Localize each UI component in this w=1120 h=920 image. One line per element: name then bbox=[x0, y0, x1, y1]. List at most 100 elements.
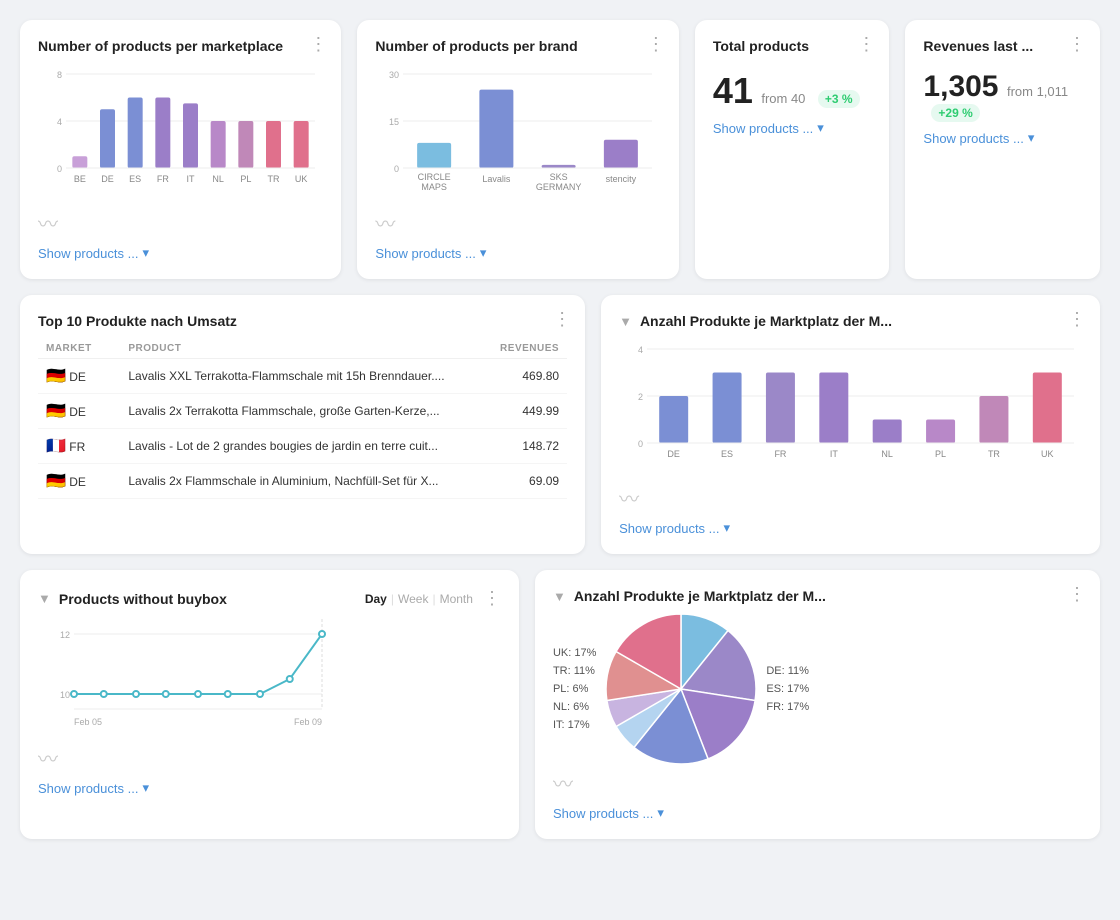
col-product: PRODUCT bbox=[120, 339, 467, 359]
marketplace-menu[interactable]: ⋮ bbox=[309, 34, 327, 55]
time-week[interactable]: Week bbox=[398, 592, 428, 606]
revenues-badge-wrap: +29 % bbox=[923, 104, 1082, 122]
pie-title: Anzahl Produkte je Marktplatz der M... bbox=[574, 588, 826, 604]
svg-text:0: 0 bbox=[394, 164, 399, 174]
time-day[interactable]: Day bbox=[365, 592, 387, 606]
svg-text:DE: DE bbox=[101, 174, 114, 184]
buybox-header: ▼ Products without buybox Day | Week | M… bbox=[38, 588, 501, 609]
svg-text:10: 10 bbox=[60, 690, 70, 700]
brand-wave: 〰 bbox=[375, 208, 660, 237]
svg-text:PL: PL bbox=[240, 174, 251, 184]
brand-menu[interactable]: ⋮ bbox=[647, 34, 665, 55]
row-3: ▼ Products without buybox Day | Week | M… bbox=[20, 570, 1100, 839]
pie-label-uk: UK: 17% bbox=[553, 647, 596, 659]
buybox-filter-icon: ▼ bbox=[38, 591, 51, 606]
svg-text:FR: FR bbox=[157, 174, 169, 184]
svg-text:UK: UK bbox=[295, 174, 308, 184]
marketplace-wave: 〰 bbox=[38, 208, 323, 237]
anzahl1-title: Anzahl Produkte je Marktplatz der M... bbox=[640, 313, 892, 329]
revenues-menu[interactable]: ⋮ bbox=[1068, 34, 1086, 55]
table-row: 🇫🇷 FR Lavalis - Lot de 2 grandes bougies… bbox=[38, 429, 567, 464]
svg-text:Feb 05: Feb 05 bbox=[74, 717, 102, 727]
svg-text:4: 4 bbox=[57, 117, 62, 127]
svg-text:ES: ES bbox=[721, 449, 733, 459]
buybox-chart: 10 12 Feb 05 Feb 09 bbox=[38, 609, 501, 739]
revenues-show-products[interactable]: Show products ... ▾ bbox=[923, 130, 1082, 146]
filter-icon: ▼ bbox=[619, 314, 632, 329]
total-title: Total products bbox=[713, 38, 872, 54]
market-cell: 🇩🇪 DE bbox=[38, 464, 120, 499]
pie-area: UK: 17% TR: 11% PL: 6% NL: 6% IT: 17% DE… bbox=[553, 614, 1082, 764]
pie-label-pl: PL: 6% bbox=[553, 683, 596, 695]
buybox-menu[interactable]: ⋮ bbox=[483, 588, 501, 609]
revenues-from: from 1,011 bbox=[1007, 84, 1068, 99]
svg-text:TR: TR bbox=[268, 174, 280, 184]
card-brand: Number of products per brand ⋮ 01530CIRC… bbox=[357, 20, 678, 279]
anzahl1-bar-chart: 024DEESFRITNLPLTRUK bbox=[619, 339, 1082, 479]
pie-labels-right: DE: 11% ES: 17% FR: 17% bbox=[766, 665, 809, 713]
svg-text:ES: ES bbox=[129, 174, 141, 184]
row-1: Number of products per marketplace ⋮ 048… bbox=[20, 20, 1100, 279]
row-2: Top 10 Produkte nach Umsatz ⋮ MARKET PRO… bbox=[20, 295, 1100, 554]
svg-text:0: 0 bbox=[638, 439, 643, 449]
pie-menu[interactable]: ⋮ bbox=[1068, 584, 1086, 605]
top10-title: Top 10 Produkte nach Umsatz bbox=[38, 313, 567, 329]
time-month[interactable]: Month bbox=[440, 592, 473, 606]
svg-text:NL: NL bbox=[212, 174, 224, 184]
card-buybox: ▼ Products without buybox Day | Week | M… bbox=[20, 570, 519, 839]
svg-text:IT: IT bbox=[830, 449, 839, 459]
pie-header: ▼ Anzahl Produkte je Marktplatz der M...… bbox=[553, 588, 1082, 604]
svg-text:Feb 09: Feb 09 bbox=[294, 717, 322, 727]
svg-text:2: 2 bbox=[638, 392, 643, 402]
total-menu[interactable]: ⋮ bbox=[857, 34, 875, 55]
brand-title: Number of products per brand bbox=[375, 38, 660, 54]
buybox-title: Products without buybox bbox=[59, 591, 227, 607]
svg-text:BE: BE bbox=[74, 174, 86, 184]
brand-chart: 01530CIRCLEMAPSLavalisSKSGERMANYstencity bbox=[375, 64, 660, 204]
table-row: 🇩🇪 DE Lavalis 2x Flammschale in Aluminiu… bbox=[38, 464, 567, 499]
anzahl1-header: ▼ Anzahl Produkte je Marktplatz der M...… bbox=[619, 313, 1082, 329]
svg-text:MAPS: MAPS bbox=[422, 182, 448, 192]
card-anzahl1: ▼ Anzahl Produkte je Marktplatz der M...… bbox=[601, 295, 1100, 554]
pie-filter-icon: ▼ bbox=[553, 589, 566, 604]
anzahl1-menu[interactable]: ⋮ bbox=[1068, 309, 1086, 330]
card-total: Total products ⋮ 41 from 40 +3 % Show pr… bbox=[695, 20, 890, 279]
total-stat: 41 from 40 +3 % bbox=[713, 70, 872, 112]
revenues-value: 1,305 bbox=[923, 70, 998, 104]
buybox-show-products[interactable]: Show products ... ▾ bbox=[38, 780, 501, 796]
pie-wave: 〰 bbox=[553, 768, 1082, 797]
dashboard: Number of products per marketplace ⋮ 048… bbox=[20, 20, 1100, 839]
total-show-products[interactable]: Show products ... ▾ bbox=[713, 120, 872, 136]
table-row: 🇩🇪 DE Lavalis 2x Terrakotta Flammschale,… bbox=[38, 394, 567, 429]
card-top10: Top 10 Produkte nach Umsatz ⋮ MARKET PRO… bbox=[20, 295, 585, 554]
revenue-cell: 449.99 bbox=[467, 394, 567, 429]
pie-show-products[interactable]: Show products ... ▾ bbox=[553, 805, 1082, 821]
svg-text:Lavalis: Lavalis bbox=[483, 174, 512, 184]
product-cell: Lavalis - Lot de 2 grandes bougies de ja… bbox=[120, 429, 467, 464]
pie-chart bbox=[606, 614, 756, 764]
total-from: from 40 bbox=[761, 91, 805, 106]
svg-text:FR: FR bbox=[775, 449, 787, 459]
svg-text:12: 12 bbox=[60, 630, 70, 640]
revenue-cell: 469.80 bbox=[467, 359, 567, 394]
svg-text:stencity: stencity bbox=[606, 174, 637, 184]
svg-text:CIRCLE: CIRCLE bbox=[418, 172, 451, 182]
marketplace-chart: 048BEDEESFRITNLPLTRUK bbox=[38, 64, 323, 204]
brand-show-products[interactable]: Show products ... ▾ bbox=[375, 245, 660, 261]
market-cell: 🇩🇪 DE bbox=[38, 359, 120, 394]
svg-text:GERMANY: GERMANY bbox=[536, 182, 582, 192]
pie-label-nl: NL: 6% bbox=[553, 701, 596, 713]
col-market: MARKET bbox=[38, 339, 120, 359]
svg-text:PL: PL bbox=[935, 449, 946, 459]
top10-table: MARKET PRODUCT REVENUES 🇩🇪 DE Lavalis XX… bbox=[38, 339, 567, 499]
svg-text:IT: IT bbox=[187, 174, 196, 184]
anzahl1-show-products[interactable]: Show products ... ▾ bbox=[619, 520, 1082, 536]
card-pie: ▼ Anzahl Produkte je Marktplatz der M...… bbox=[535, 570, 1100, 839]
pie-labels-left: UK: 17% TR: 11% PL: 6% NL: 6% IT: 17% bbox=[553, 647, 596, 731]
brand-bar-chart: 01530CIRCLEMAPSLavalisSKSGERMANYstencity bbox=[375, 64, 660, 204]
svg-text:TR: TR bbox=[988, 449, 1000, 459]
col-revenues: REVENUES bbox=[467, 339, 567, 359]
top10-menu[interactable]: ⋮ bbox=[553, 309, 571, 330]
marketplace-show-products[interactable]: Show products ... ▾ bbox=[38, 245, 323, 261]
buybox-line-chart: 10 12 Feb 05 Feb 09 bbox=[38, 609, 338, 759]
